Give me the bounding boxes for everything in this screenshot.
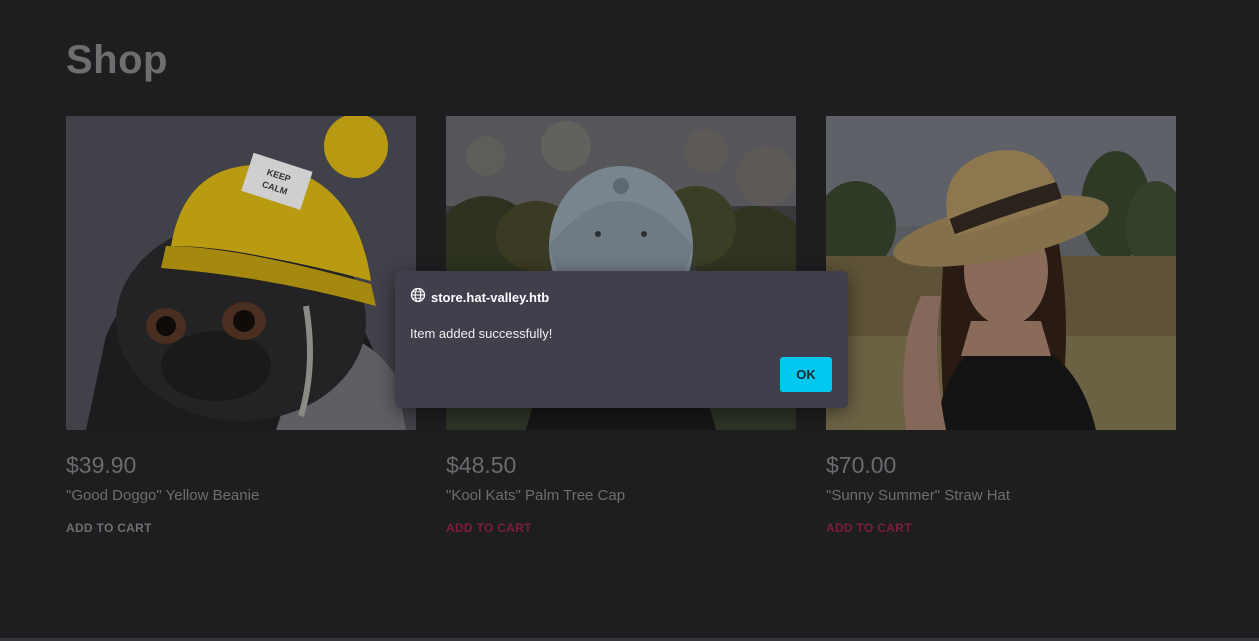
globe-icon [410,287,426,308]
product-card: $70.00 "Sunny Summer" Straw Hat ADD TO C… [826,116,1176,537]
pug-yellow-beanie-photo: KEEP CALM [66,116,416,430]
dialog-header: store.hat-valley.htb [410,287,549,308]
product-name: "Kool Kats" Palm Tree Cap [446,487,626,504]
product-image[interactable] [826,116,1176,430]
product-price: $70.00 [826,452,897,478]
product-card: KEEP CALM $39.90 "Good Doggo" Yellow Bea… [66,116,416,537]
product-name: "Good Doggo" Yellow Beanie [66,487,260,504]
product-name: "Sunny Summer" Straw Hat [826,487,1011,504]
straw-hat-photo [826,116,1176,430]
product-image[interactable]: KEEP CALM [66,116,416,430]
ok-button[interactable]: OK [780,357,832,392]
shop-page: Shop KEEP CALM $39.90 "Good Doggo" Yello… [0,0,1259,641]
add-to-cart-button[interactable]: ADD TO CART [66,521,152,535]
dialog-origin: store.hat-valley.htb [431,290,550,305]
product-price: $39.90 [66,452,137,478]
page-title: Shop [66,38,168,82]
add-to-cart-button[interactable]: ADD TO CART [446,521,532,535]
alert-dialog: store.hat-valley.htb Item added successf… [395,271,848,408]
dialog-message: Item added successfully! [410,326,553,341]
product-price: $48.50 [446,452,517,478]
add-to-cart-button[interactable]: ADD TO CART [826,521,912,535]
